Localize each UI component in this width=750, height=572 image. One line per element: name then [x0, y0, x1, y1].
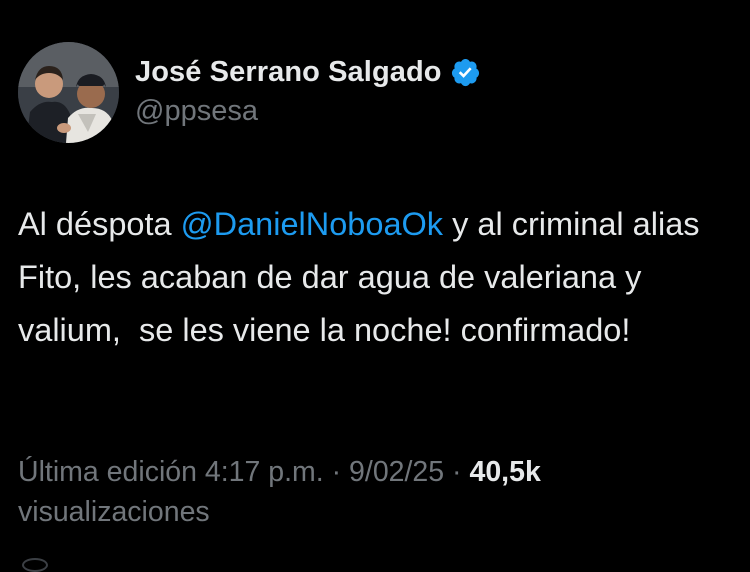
views-count: 40,5k: [469, 456, 541, 488]
tweet-meta: Última edición 4:17 p.m. · 9/02/25 · 40,…: [18, 452, 718, 532]
tweet-card: José Serrano Salgado @ppsesa Al déspota …: [0, 0, 750, 572]
meta-separator: ·: [444, 456, 470, 488]
author-handle[interactable]: @ppsesa: [135, 95, 258, 128]
edited-timestamp[interactable]: Última edición 4:17 p.m. · 9/02/25: [18, 456, 444, 488]
avatar-photo-icon: [18, 42, 119, 143]
views-label: visualizaciones: [18, 496, 210, 528]
author-display-name[interactable]: José Serrano Salgado: [135, 56, 442, 89]
mention-link[interactable]: @DanielNoboaOk: [181, 206, 443, 242]
avatar[interactable]: [18, 42, 119, 143]
tweet-text: Al déspota @DanielNoboaOk y al criminal …: [18, 198, 733, 357]
reply-icon[interactable]: [22, 558, 48, 572]
tweet-text-intro: Al déspota: [18, 206, 181, 242]
verified-badge-icon[interactable]: [450, 57, 481, 88]
author-name-row[interactable]: José Serrano Salgado: [135, 52, 481, 92]
